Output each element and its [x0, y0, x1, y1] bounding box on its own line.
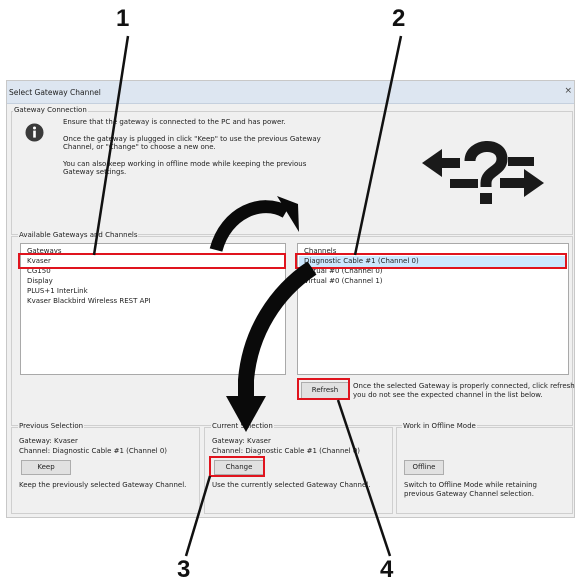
flow-arrows [209, 196, 317, 432]
arrow-channel-to-change [238, 261, 317, 400]
arrow-head-bottom [226, 396, 266, 432]
arrow-kvaser-to-channel [209, 200, 290, 252]
